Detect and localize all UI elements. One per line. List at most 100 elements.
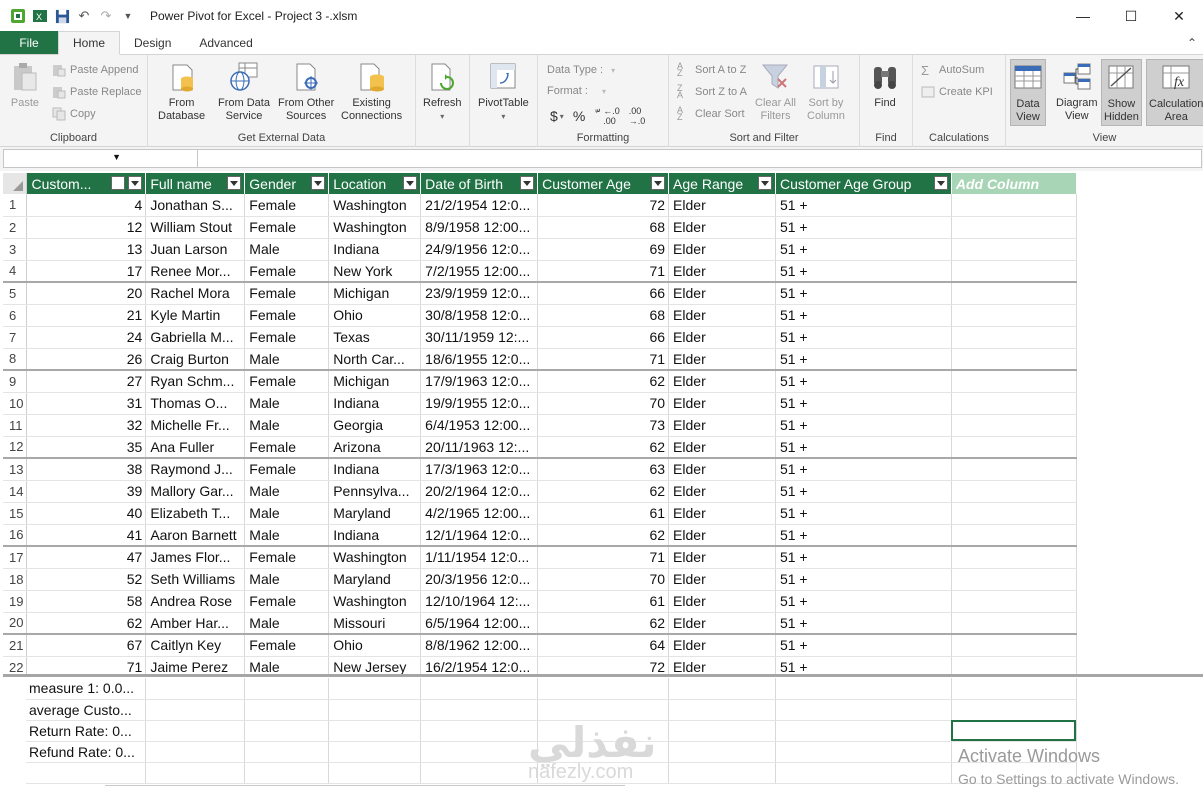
calc-area-cell[interactable] [244, 699, 329, 721]
row-number[interactable]: 9 [3, 370, 28, 393]
cell-customer-age[interactable]: 66 [537, 326, 670, 349]
close-icon[interactable]: ✕ [1155, 0, 1203, 32]
cell-customer-age-group[interactable]: 51 + [775, 392, 952, 415]
cell-date-of-birth[interactable]: 20/11/1963 12:... [420, 436, 539, 459]
cell-age-range[interactable]: Elder [668, 568, 776, 591]
calc-area-cell[interactable] [145, 762, 245, 784]
row-number[interactable]: 4 [3, 260, 28, 283]
column-header-location[interactable]: Location [328, 173, 422, 194]
cell-full-name[interactable]: Caitlyn Key [145, 634, 246, 657]
cell-age-range[interactable]: Elder [668, 238, 776, 261]
cell-full-name[interactable]: Kyle Martin [145, 304, 246, 327]
select-all-corner[interactable] [3, 173, 28, 194]
cell-gender[interactable]: Female [244, 216, 330, 239]
table-row[interactable]: 15 40 Elizabeth T... Male Maryland 4/2/1965 1… [3, 502, 1203, 525]
cell-gender[interactable]: Female [244, 458, 330, 481]
collapse-ribbon-icon[interactable]: ⌃ [1187, 36, 1197, 50]
cell-customer-age[interactable]: 62 [537, 612, 670, 635]
cell-customer-age-group[interactable]: 51 + [775, 590, 952, 613]
table-row[interactable]: 9 27 Ryan Schm... Female Michigan 17/9/1963 1… [3, 370, 1203, 393]
data-view-button[interactable]: Data View [1010, 59, 1046, 126]
calc-area-cell[interactable] [244, 678, 329, 700]
column-header-customer-age[interactable]: Customer Age [537, 173, 670, 194]
cell-gender[interactable]: Female [244, 370, 330, 393]
calc-area-cell[interactable] [145, 720, 245, 742]
cell-customer-age-group[interactable]: 51 + [775, 194, 952, 217]
cell-age-range[interactable]: Elder [668, 502, 776, 525]
cell-full-name[interactable]: Gabriella M... [145, 326, 246, 349]
cell-customer-age-group[interactable]: 51 + [775, 216, 952, 239]
cell-location[interactable]: Indiana [328, 458, 422, 481]
cell-full-name[interactable]: Thomas O... [145, 392, 246, 415]
cell-gender[interactable]: Male [244, 524, 330, 547]
cell-gender[interactable]: Male [244, 568, 330, 591]
currency-button[interactable]: $ [550, 108, 558, 124]
cell-gender[interactable]: Male [244, 238, 330, 261]
cell-full-name[interactable]: Jaime Perez [145, 656, 246, 675]
data-type-dropdown[interactable]: Data Type : ▾ [547, 64, 615, 76]
cell-age-range[interactable]: Elder [668, 194, 776, 217]
calc-area-cell[interactable] [775, 699, 952, 721]
cell-customer-id[interactable]: 40 [26, 502, 147, 525]
cell-location[interactable]: Texas [328, 326, 422, 349]
calc-area-cell[interactable] [775, 678, 952, 700]
table-row[interactable]: 14 39 Mallory Gar... Male Pennsylva... 20/2/1… [3, 480, 1203, 503]
cell-full-name[interactable]: Jonathan S... [145, 194, 246, 217]
row-number[interactable]: 1 [3, 194, 28, 217]
tab-advanced[interactable]: Advanced [185, 31, 266, 54]
calc-area-cell[interactable] [328, 720, 421, 742]
table-row[interactable]: 3 13 Juan Larson Male Indiana 24/9/1956 12:0.… [3, 238, 1203, 261]
cell-customer-age[interactable]: 72 [537, 194, 670, 217]
row-number[interactable]: 16 [3, 524, 28, 547]
calc-area-cell[interactable] [420, 762, 538, 784]
column-header-age-range[interactable]: Age Range [668, 173, 776, 194]
cell-customer-id[interactable]: 39 [26, 480, 147, 503]
cell-customer-id[interactable]: 35 [26, 436, 147, 459]
cell-add-column[interactable] [951, 304, 1077, 327]
cell-customer-age[interactable]: 61 [537, 590, 670, 613]
cell-add-column[interactable] [951, 546, 1077, 569]
filter-dropdown-icon[interactable] [520, 176, 535, 190]
cell-add-column[interactable] [951, 656, 1077, 675]
cell-age-range[interactable]: Elder [668, 260, 776, 283]
table-row[interactable]: 21 67 Caitlyn Key Female Ohio 8/8/1962 12:00.… [3, 634, 1203, 657]
calc-area-cell[interactable] [328, 741, 421, 763]
cell-customer-age-group[interactable]: 51 + [775, 546, 952, 569]
cell-add-column[interactable] [951, 480, 1077, 503]
calc-area-cell[interactable] [537, 699, 669, 721]
maximize-icon[interactable]: ☐ [1107, 0, 1155, 32]
row-number[interactable]: 20 [3, 612, 28, 635]
calc-area-cell[interactable] [775, 762, 952, 784]
cell-age-range[interactable]: Elder [668, 458, 776, 481]
cell-age-range[interactable]: Elder [668, 546, 776, 569]
cell-location[interactable]: Georgia [328, 414, 422, 437]
cell-add-column[interactable] [951, 590, 1077, 613]
cell-customer-age[interactable]: 61 [537, 502, 670, 525]
cell-customer-id[interactable]: 32 [26, 414, 147, 437]
cell-gender[interactable]: Male [244, 612, 330, 635]
cell-add-column[interactable] [951, 524, 1077, 547]
cell-age-range[interactable]: Elder [668, 326, 776, 349]
show-hidden-button[interactable]: Show Hidden [1101, 59, 1142, 126]
cell-customer-age[interactable]: 68 [537, 304, 670, 327]
cell-customer-id[interactable]: 31 [26, 392, 147, 415]
cell-customer-id[interactable]: 21 [26, 304, 147, 327]
cell-customer-age[interactable]: 71 [537, 348, 670, 371]
table-row[interactable]: 12 35 Ana Fuller Female Arizona 20/11/1963 12… [3, 436, 1203, 459]
cell-date-of-birth[interactable]: 18/6/1955 12:0... [420, 348, 539, 371]
cell-add-column[interactable] [951, 282, 1077, 305]
cell-location[interactable]: Indiana [328, 238, 422, 261]
column-header-gender[interactable]: Gender [244, 173, 330, 194]
filter-dropdown-icon[interactable] [933, 176, 948, 190]
cell-gender[interactable]: Male [244, 348, 330, 371]
table-row[interactable]: 16 41 Aaron Barnett Male Indiana 12/1/1964 12… [3, 524, 1203, 547]
cell-location[interactable]: Indiana [328, 392, 422, 415]
format-dropdown[interactable]: Format : ▾ [547, 85, 606, 97]
calc-area-cell[interactable] [775, 720, 952, 742]
cell-add-column[interactable] [951, 216, 1077, 239]
minimize-icon[interactable]: — [1059, 0, 1107, 32]
cell-customer-id[interactable]: 27 [26, 370, 147, 393]
table-row[interactable]: 19 58 Andrea Rose Female Washington 12/10/196… [3, 590, 1203, 613]
calc-area-cell[interactable] [1076, 678, 1203, 699]
cell-age-range[interactable]: Elder [668, 634, 776, 657]
